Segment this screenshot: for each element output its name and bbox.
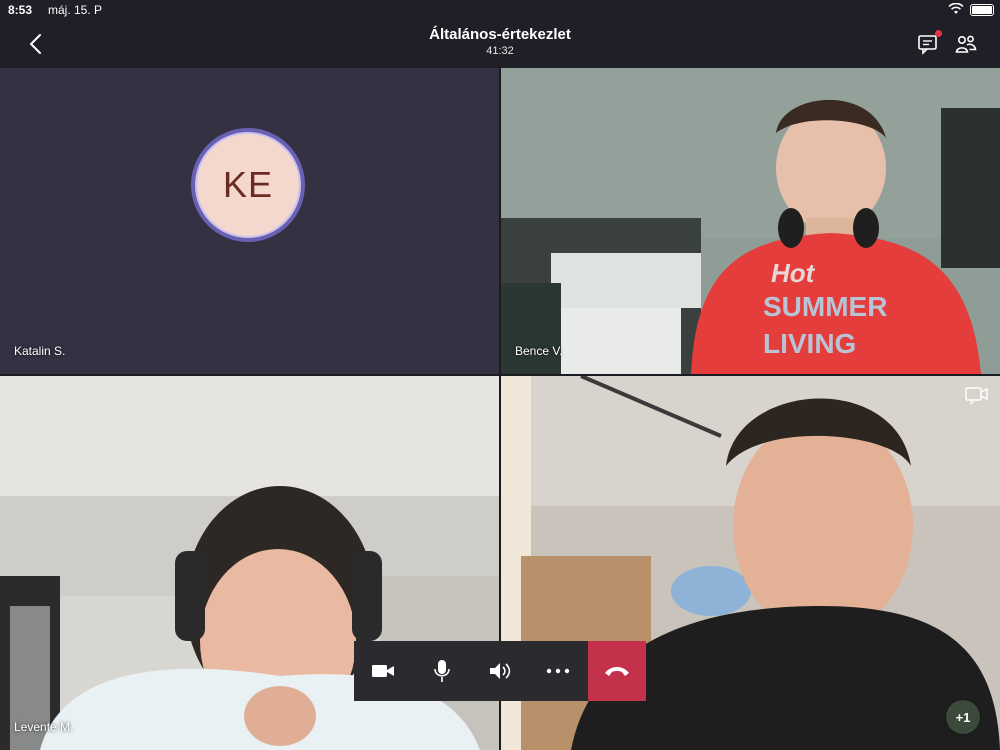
status-bar: 8:53 máj. 15. P — [0, 0, 1000, 20]
microphone-icon — [433, 660, 450, 682]
meeting-duration: 41:32 — [486, 45, 514, 57]
meeting-title: Általános-értekezlet — [429, 26, 571, 43]
more-options-icon — [547, 668, 570, 674]
hang-up-button[interactable] — [587, 641, 646, 701]
hang-up-icon — [604, 667, 629, 676]
participants-button[interactable] — [954, 32, 978, 56]
svg-text:Hot: Hot — [771, 258, 816, 288]
speaker-icon — [489, 663, 511, 679]
overflow-participants-badge[interactable]: +1 — [946, 700, 980, 734]
participant-name: Katalin S. — [14, 344, 66, 358]
svg-text:SUMMER: SUMMER — [763, 291, 887, 322]
meeting-header: Általános-értekezlet 41:32 — [0, 20, 1000, 68]
chat-button[interactable] — [916, 30, 942, 56]
people-icon — [955, 35, 977, 53]
camera-toggle-button[interactable] — [354, 641, 413, 701]
video-feed: Hot SUMMER LIVING — [501, 68, 1000, 374]
switch-camera-button[interactable] — [964, 384, 990, 406]
speaker-button[interactable] — [470, 641, 530, 701]
status-date: máj. 15. P — [48, 3, 103, 17]
participant-tile-video-1[interactable]: Hot SUMMER LIVING Bence V. — [501, 68, 1000, 374]
status-time: 8:53 — [8, 3, 33, 17]
participant-name: Bence V. — [515, 344, 563, 358]
battery-icon — [970, 4, 994, 16]
wifi-icon — [948, 2, 964, 18]
mute-button[interactable] — [412, 641, 471, 701]
svg-text:LIVING: LIVING — [763, 328, 856, 359]
participant-name: Levente M. — [14, 720, 74, 734]
more-options-button[interactable] — [529, 641, 588, 701]
video-camera-icon — [372, 665, 395, 677]
notification-dot — [935, 30, 942, 37]
avatar: KE — [191, 128, 305, 242]
participant-tile-katalin[interactable]: KE Katalin S. — [0, 68, 499, 374]
call-controls — [354, 641, 646, 701]
switch-camera-icon — [965, 387, 988, 405]
